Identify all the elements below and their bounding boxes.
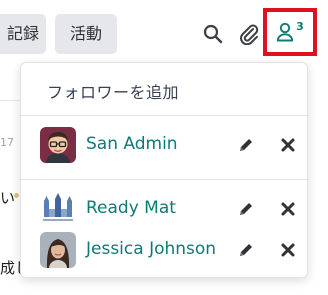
pencil-icon	[240, 139, 252, 151]
avatar	[40, 191, 76, 227]
user-icon	[277, 22, 294, 42]
followers-count: 3	[296, 19, 304, 33]
edit-follower-button[interactable]	[237, 200, 255, 218]
search-button[interactable]	[200, 20, 226, 48]
followers-dropdown: フォロワーを追加 San Admin Ready Mat Jessica Joh…	[20, 62, 308, 278]
log-note-button[interactable]: 記録	[0, 14, 46, 54]
followers-button[interactable]: 3	[263, 8, 317, 56]
edit-follower-button[interactable]	[237, 136, 255, 154]
attachments-button[interactable]	[236, 20, 262, 48]
follower-item[interactable]: San Admin	[21, 125, 307, 165]
emoji-fragment	[14, 193, 19, 198]
close-icon	[281, 202, 295, 216]
divider	[21, 115, 307, 116]
divider	[21, 179, 307, 180]
follower-name[interactable]: Jessica Johnson	[86, 239, 216, 259]
pencil-icon	[240, 244, 252, 256]
avatar	[40, 127, 76, 163]
close-icon	[281, 243, 295, 257]
activity-button[interactable]: 活動	[55, 14, 117, 54]
close-icon	[281, 138, 295, 152]
remove-follower-button[interactable]	[280, 137, 296, 153]
follower-item[interactable]: Jessica Johnson	[21, 230, 307, 270]
follower-item[interactable]: Ready Mat	[21, 189, 307, 229]
chatter-topbar: 記録 活動 3	[0, 0, 328, 70]
follower-name[interactable]: Ready Mat	[86, 198, 176, 218]
separator	[0, 100, 22, 101]
search-icon	[203, 24, 223, 44]
remove-follower-button[interactable]	[280, 201, 296, 217]
remove-follower-button[interactable]	[280, 242, 296, 258]
ready-mat-logo	[40, 191, 76, 227]
message-date: 17	[0, 136, 14, 149]
avatar	[40, 232, 76, 268]
message-text: い	[0, 189, 16, 207]
edit-follower-button[interactable]	[237, 241, 255, 259]
follower-name[interactable]: San Admin	[86, 134, 178, 154]
paperclip-icon	[240, 24, 259, 45]
add-follower-item[interactable]: フォロワーを追加	[47, 79, 179, 103]
pencil-icon	[240, 203, 252, 215]
